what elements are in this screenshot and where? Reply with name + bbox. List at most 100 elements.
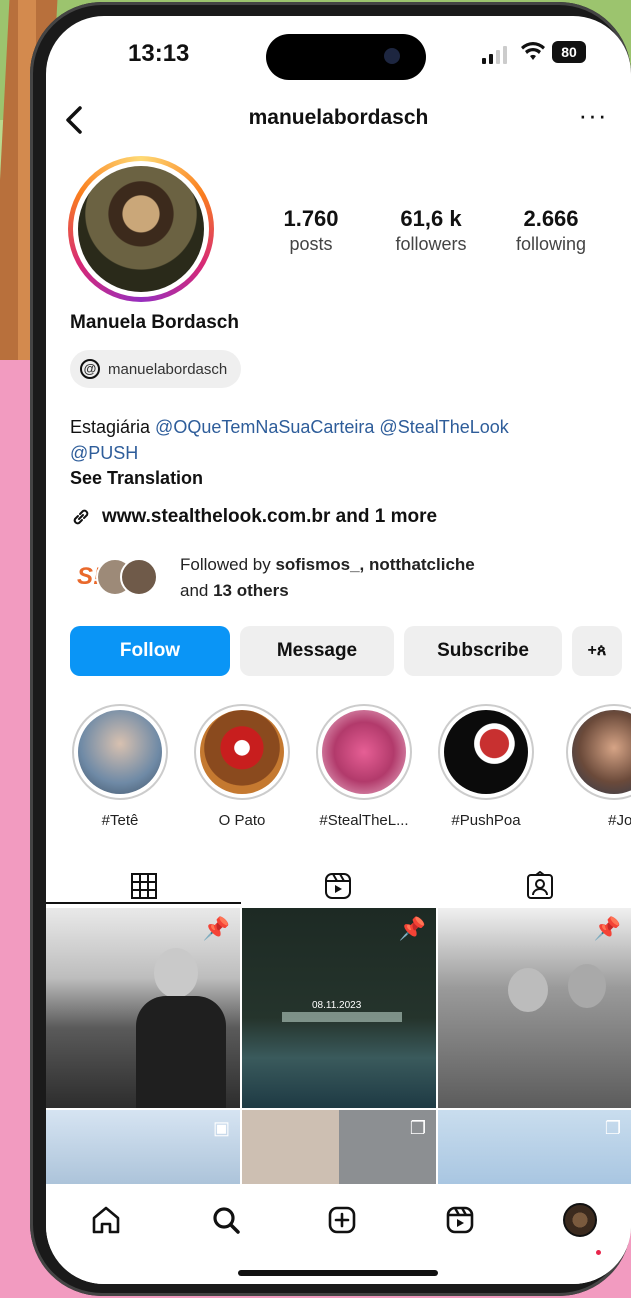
tagged-icon xyxy=(527,871,553,899)
highlight-image xyxy=(78,710,162,794)
nav-home[interactable] xyxy=(86,1200,126,1240)
grid-post-5[interactable]: ❐ xyxy=(242,1110,436,1190)
grid-post-1[interactable]: 📌 xyxy=(46,908,240,1108)
post-text-overlay xyxy=(282,1012,402,1022)
bio-mention-oquetem[interactable]: @OQueTemNaSuaCarteira xyxy=(155,417,374,437)
tab-reels[interactable] xyxy=(318,866,358,906)
highlight-image xyxy=(200,710,284,794)
more-icon[interactable]: ··· xyxy=(575,102,611,138)
grid-post-4[interactable]: ▣ xyxy=(46,1110,240,1190)
highlight-label: #PushPoa xyxy=(451,812,521,829)
stat-followers-value: 61,6 k xyxy=(400,206,462,231)
profile-nav-icon xyxy=(563,1203,597,1237)
followed-by-text: Followed by sofismos_, notthatcliche and … xyxy=(180,552,600,604)
search-icon xyxy=(213,1207,240,1234)
threads-badge[interactable]: @ manuelabordasch xyxy=(70,350,242,388)
post-figure xyxy=(568,964,606,1008)
dynamic-island xyxy=(266,34,426,80)
home-icon xyxy=(92,1206,120,1234)
phone-screen: 13:13 80 manuelabordasch ··· 1.760 posts xyxy=(46,16,631,1284)
phone-frame: 13:13 80 manuelabordasch ··· 1.760 posts xyxy=(30,2,631,1296)
highlight-label: #Jojo xyxy=(608,812,631,829)
camera-dot xyxy=(384,48,400,64)
highlight-jojo[interactable]: #Jojo xyxy=(558,704,631,829)
follower-avatar-3 xyxy=(120,558,158,596)
bottom-navigation xyxy=(46,1184,631,1284)
stat-following-value: 2.666 xyxy=(523,206,579,231)
status-time: 13:13 xyxy=(128,40,190,67)
profile-link[interactable]: www.stealthelook.com.br and 1 more xyxy=(70,506,437,528)
pin-icon: 📌 xyxy=(202,916,230,941)
nav-profile[interactable] xyxy=(560,1200,600,1240)
highlight-label: #Tetê xyxy=(101,812,139,829)
profile-full-name: Manuela Bordasch xyxy=(70,312,239,333)
follow-button[interactable]: Follow xyxy=(70,626,230,676)
grid-post-2[interactable]: 08.11.2023 📌 xyxy=(242,908,436,1108)
grid-icon xyxy=(131,873,157,899)
highlight-pushpoa[interactable]: #PushPoa xyxy=(436,704,536,829)
active-tab-indicator xyxy=(46,902,241,904)
stat-following-label: following xyxy=(515,234,587,254)
nav-create[interactable] xyxy=(322,1200,362,1240)
stat-following[interactable]: 2.666 following xyxy=(496,206,606,255)
stat-followers[interactable]: 61,6 k followers xyxy=(376,206,486,255)
avatar-border xyxy=(73,161,209,297)
reels-nav-icon xyxy=(446,1206,474,1234)
bio-prefix: Estagiária xyxy=(70,417,156,437)
highlight-image xyxy=(572,710,631,794)
followed-by-prefix: Followed by xyxy=(180,555,276,574)
highlight-ring xyxy=(316,704,412,800)
stat-posts-label: posts xyxy=(289,234,333,254)
signal-icon xyxy=(482,46,507,64)
threads-handle: manuelabordasch xyxy=(108,360,228,378)
nav-search[interactable] xyxy=(206,1200,246,1240)
highlight-stealthelook[interactable]: #StealTheL... xyxy=(314,704,414,829)
pin-icon: 📌 xyxy=(593,916,621,941)
pin-icon: 📌 xyxy=(398,916,426,941)
home-indicator[interactable] xyxy=(238,1270,438,1276)
battery-indicator: 80 xyxy=(552,41,586,63)
link-icon xyxy=(73,509,89,525)
profile-link-text: www.stealthelook.com.br and 1 more xyxy=(102,506,438,527)
highlight-image xyxy=(322,710,406,794)
grid-post-6[interactable]: ❐ xyxy=(438,1110,631,1190)
tab-tagged[interactable] xyxy=(520,866,560,906)
threads-icon: @ xyxy=(80,359,100,379)
highlight-opato[interactable]: O Pato xyxy=(192,704,292,829)
reels-icon xyxy=(325,873,351,899)
grid-post-3[interactable]: 📌 xyxy=(438,908,631,1108)
nav-reels[interactable] xyxy=(440,1200,480,1240)
profile-bio: Estagiária @OQueTemNaSuaCarteira @StealT… xyxy=(70,414,610,466)
highlight-ring xyxy=(566,704,631,800)
header-username: manuelabordasch xyxy=(248,106,429,129)
highlight-image xyxy=(444,710,528,794)
stat-followers-label: followers xyxy=(395,234,467,254)
profile-avatar-story-ring[interactable] xyxy=(68,156,214,302)
status-bar: 13:13 80 xyxy=(46,16,631,86)
bio-mention-push[interactable]: @PUSH xyxy=(70,443,138,463)
tab-posts[interactable] xyxy=(124,866,164,906)
content-tabs xyxy=(46,866,631,906)
avatar xyxy=(78,166,204,292)
post-figure xyxy=(508,968,548,1012)
followed-by-and: and xyxy=(180,581,214,600)
see-translation-link[interactable]: See Translation xyxy=(70,468,203,489)
highlight-label: #StealTheL... xyxy=(319,812,409,829)
reel-icon: ▣ xyxy=(212,1118,230,1138)
post-figure xyxy=(154,948,198,998)
stat-posts-value: 1.760 xyxy=(283,206,339,231)
highlight-tete[interactable]: #Tetê xyxy=(70,704,170,829)
subscribe-button[interactable]: Subscribe xyxy=(404,626,562,676)
carousel-icon: ❐ xyxy=(409,1118,426,1138)
notification-dot xyxy=(596,1250,601,1255)
profile-header: manuelabordasch ··· xyxy=(46,98,631,142)
add-user-button[interactable]: +ጰ xyxy=(572,626,622,676)
bio-mention-stealthelook[interactable]: @StealTheLook xyxy=(379,417,508,437)
followed-by-names: sofismos_, notthatcliche xyxy=(275,555,475,574)
message-button[interactable]: Message xyxy=(240,626,394,676)
highlight-ring xyxy=(438,704,534,800)
create-icon xyxy=(328,1206,356,1234)
carousel-icon: ❐ xyxy=(604,1118,621,1138)
post-date-text: 08.11.2023 xyxy=(312,1000,362,1011)
stat-posts[interactable]: 1.760 posts xyxy=(256,206,366,255)
